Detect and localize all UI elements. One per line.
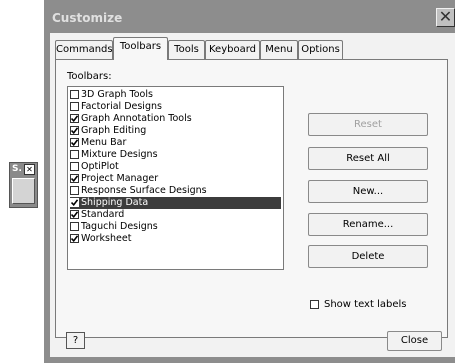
show-text-labels-label: Show text labels xyxy=(324,299,407,310)
floating-toolbar-body xyxy=(12,178,35,204)
toolbar-checkbox[interactable] xyxy=(70,222,79,231)
new-button[interactable]: New... xyxy=(308,180,428,203)
toolbar-list-item[interactable]: Project Manager xyxy=(70,173,281,185)
toolbar-checkbox[interactable] xyxy=(70,126,79,135)
toolbar-list-item[interactable]: Menu Bar xyxy=(70,137,281,149)
toolbar-checkbox[interactable] xyxy=(70,150,79,159)
tab-options[interactable]: Options xyxy=(298,40,343,59)
help-icon: ? xyxy=(72,335,79,346)
toolbar-list-item-label: Shipping Data xyxy=(81,197,149,208)
toolbar-list-item-label: Standard xyxy=(81,209,125,220)
reset-all-button[interactable]: Reset All xyxy=(308,147,428,170)
toolbar-checkbox[interactable] xyxy=(70,102,79,111)
toolbar-list-item[interactable]: Shipping Data xyxy=(70,197,281,209)
toolbar-list-item-label: 3D Graph Tools xyxy=(81,89,153,100)
floating-toolbar-title: S. xyxy=(12,164,22,174)
toolbar-list-item-label: Mixture Designs xyxy=(81,149,158,160)
toolbar-checkbox[interactable] xyxy=(70,90,79,99)
customize-dialog: Customize ✕ Commands Toolbars Tools Keyb… xyxy=(44,0,455,363)
close-icon[interactable]: ✕ xyxy=(436,8,455,27)
toolbar-list-item[interactable]: OptiPlot xyxy=(70,161,281,173)
toolbar-list-item[interactable]: Mixture Designs xyxy=(70,149,281,161)
toolbar-checkbox[interactable] xyxy=(70,186,79,195)
toolbar-checkbox[interactable] xyxy=(70,198,79,207)
toolbar-list-item-label: Menu Bar xyxy=(81,137,127,148)
tab-commands[interactable]: Commands xyxy=(55,40,113,59)
delete-button[interactable]: Delete xyxy=(308,245,428,268)
toolbar-checkbox[interactable] xyxy=(70,234,79,243)
toolbar-list-item-label: Worksheet xyxy=(81,233,132,244)
toolbar-list-item[interactable]: Standard xyxy=(70,209,281,221)
toolbar-checkbox[interactable] xyxy=(70,210,79,219)
show-text-labels-option[interactable]: Show text labels xyxy=(310,299,406,310)
toolbar-list-item[interactable]: Graph Annotation Tools xyxy=(70,113,281,125)
toolbar-list-item[interactable]: Factorial Designs xyxy=(70,101,281,113)
toolbar-list-item-label: Taguchi Designs xyxy=(81,221,158,232)
toolbar-list-item[interactable]: Response Surface Designs xyxy=(70,185,281,197)
toolbars-tab-panel: Toolbars: 3D Graph Tools Factorial Design… xyxy=(55,59,448,338)
tab-keyboard[interactable]: Keyboard xyxy=(205,40,260,59)
close-icon[interactable]: ✕ xyxy=(24,164,35,175)
toolbar-checkbox[interactable] xyxy=(70,162,79,171)
toolbar-list-item[interactable]: 3D Graph Tools xyxy=(70,89,281,101)
rename-button[interactable]: Rename... xyxy=(308,213,428,236)
tab-menu[interactable]: Menu xyxy=(260,40,298,59)
toolbar-list-item-label: Factorial Designs xyxy=(81,101,162,112)
toolbar-list-item[interactable]: Worksheet xyxy=(70,233,281,245)
toolbar-list-item[interactable]: Taguchi Designs xyxy=(70,221,281,233)
toolbar-list-item-label: Graph Annotation Tools xyxy=(81,113,192,124)
toolbar-checkbox[interactable] xyxy=(70,138,79,147)
show-text-labels-checkbox[interactable] xyxy=(310,300,319,309)
toolbar-list-item[interactable]: Graph Editing xyxy=(70,125,281,137)
toolbar-checkbox[interactable] xyxy=(70,114,79,123)
tab-toolbars[interactable]: Toolbars xyxy=(113,37,168,60)
dialog-titlebar[interactable]: Customize ✕ xyxy=(44,0,455,33)
toolbar-list-item-label: OptiPlot xyxy=(81,161,119,172)
dialog-client-area: Commands Toolbars Tools Keyboard Menu Op… xyxy=(50,33,455,357)
tab-tools[interactable]: Tools xyxy=(168,40,205,59)
toolbars-label: Toolbars: xyxy=(67,71,112,82)
reset-button[interactable]: Reset xyxy=(308,113,428,136)
toolbar-list-item-label: Response Surface Designs xyxy=(81,185,207,196)
toolbar-checkbox[interactable] xyxy=(70,174,79,183)
help-button[interactable]: ? xyxy=(66,332,85,349)
toolbar-list-item-label: Graph Editing xyxy=(81,125,147,136)
toolbars-listbox[interactable]: 3D Graph Tools Factorial Designs Graph Ann… xyxy=(67,86,284,270)
floating-toolbar[interactable]: S. ✕ xyxy=(9,162,38,208)
dialog-title: Customize xyxy=(52,11,123,25)
floating-toolbar-caption[interactable]: S. ✕ xyxy=(10,163,37,176)
toolbar-list-item-label: Project Manager xyxy=(81,173,159,184)
close-button[interactable]: Close xyxy=(387,331,442,351)
